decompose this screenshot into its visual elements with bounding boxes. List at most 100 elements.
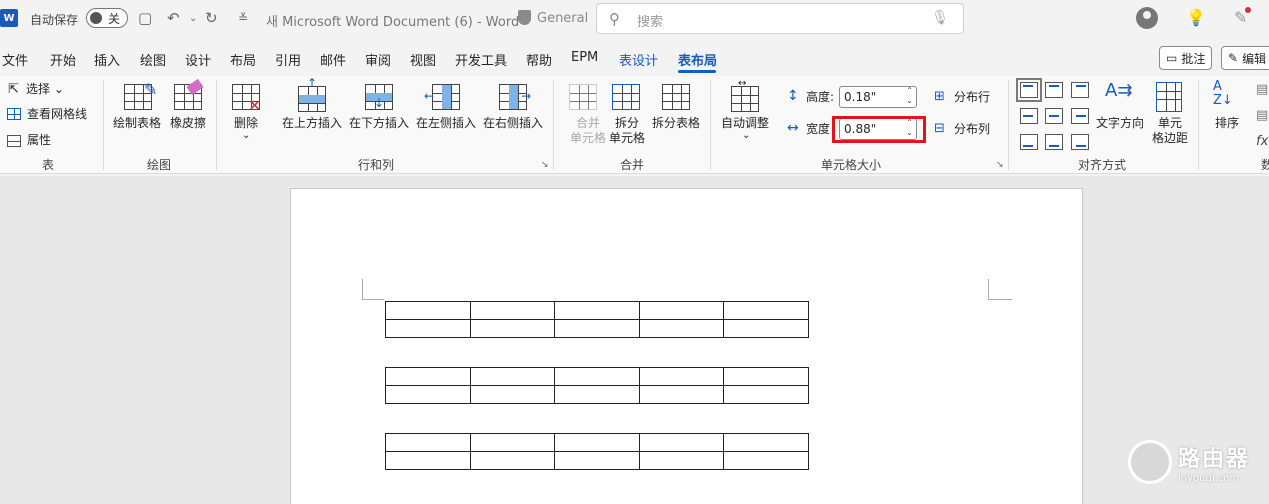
tab-view[interactable]: 视图 [410, 50, 436, 69]
width-label: 宽度 [806, 122, 831, 136]
insert-above-button[interactable]: 在上方插入 [282, 116, 342, 131]
lightbulb-icon[interactable]: 💡 [1186, 8, 1206, 27]
group-label-cell-size: 单元格大小 [821, 158, 882, 172]
align-middle-center-icon[interactable] [1045, 108, 1063, 124]
properties-icon [7, 135, 21, 147]
crop-mark [362, 299, 384, 300]
view-gridlines-button[interactable]: 查看网格线 [27, 107, 87, 122]
arrow-down-icon: ↓ [374, 96, 385, 110]
align-mark [1076, 115, 1086, 117]
pencil-icon: ✎ [144, 80, 158, 99]
crop-mark [988, 279, 989, 299]
autofit-dropdown-icon[interactable]: ⌄ [742, 128, 750, 143]
sort-button[interactable]: 排序 [1215, 116, 1239, 131]
properties-button[interactable]: 属性 [27, 133, 51, 148]
width-icon: ↔ [787, 120, 799, 136]
tab-draw[interactable]: 绘图 [140, 50, 166, 69]
text-direction-button[interactable]: 文字方向 [1096, 116, 1144, 131]
account-icon[interactable] [1136, 7, 1158, 29]
redo-icon[interactable]: ↻ [205, 9, 218, 27]
tab-insert[interactable]: 插入 [94, 50, 120, 69]
merge-cells-button[interactable]: 合并 单元格 [570, 116, 606, 146]
align-middle-right-icon[interactable] [1071, 108, 1089, 124]
comments-label: 批注 [1181, 51, 1206, 66]
convert-to-text-icon[interactable]: ▤ [1256, 108, 1268, 123]
document-table[interactable] [385, 367, 809, 404]
tab-design[interactable]: 设计 [185, 50, 211, 69]
crop-mark [362, 279, 363, 299]
split-table-button[interactable]: 拆分表格 [652, 116, 700, 131]
align-top-right-icon[interactable] [1071, 82, 1089, 98]
distribute-rows-button[interactable]: 分布行 [954, 90, 990, 105]
tab-epm[interactable]: EPM [571, 50, 598, 65]
tab-file[interactable]: 文件 [2, 50, 28, 69]
editing-button[interactable]: ✎ 编辑 [1221, 46, 1269, 70]
title-bar: W 自动保存 关 ▢ ↶ ⌄ ↻ ≚ 새 Microsoft Word Docu… [0, 0, 1269, 38]
customize-qat-icon[interactable]: ≚ [238, 11, 248, 25]
table-row [385, 451, 809, 470]
draw-table-button[interactable]: 绘制表格 [113, 116, 161, 131]
ribbon-tabs: 文件 开始 插入 绘图 设计 布局 引用 邮件 审阅 视图 开发工具 帮助 EP… [0, 44, 1269, 74]
eraser-button[interactable]: 橡皮擦 [170, 116, 206, 131]
sensitivity-label[interactable]: General [537, 11, 588, 26]
align-bottom-left-icon[interactable] [1020, 134, 1038, 150]
repeat-header-icon[interactable]: ▤ [1256, 82, 1268, 97]
align-bottom-center-icon[interactable] [1045, 134, 1063, 150]
word-app-icon: W [0, 9, 18, 27]
dialog-launcher-icon[interactable]: ↘ [996, 160, 1004, 170]
align-mark [1023, 145, 1033, 147]
tab-table-design[interactable]: 表设计 [619, 50, 658, 69]
cell-margins-button[interactable]: 单元 格边距 [1152, 116, 1188, 146]
autosave-state: 关 [108, 11, 121, 26]
group-label-merge: 合并 [620, 158, 645, 172]
insert-left-button[interactable]: 在左侧插入 [416, 116, 476, 131]
document-title: 새 Microsoft Word Document (6) - Word [266, 15, 520, 30]
insert-right-button[interactable]: 在右侧插入 [483, 116, 543, 131]
document-page[interactable] [290, 188, 1083, 504]
cursor-select-icon: ⇱ [8, 82, 19, 97]
split-cells-button[interactable]: 拆分 单元格 [609, 116, 645, 146]
search-icon: ⚲ [609, 10, 620, 28]
autofit-icon [731, 86, 759, 112]
highlight-col [442, 85, 451, 109]
align-bottom-right-icon[interactable] [1071, 134, 1089, 150]
notification-dot [1245, 7, 1251, 13]
height-input[interactable]: 0.18" ⌃ ⌄ [839, 86, 917, 108]
delete-x-icon: ✕ [248, 96, 262, 115]
formula-icon[interactable]: fx [1256, 134, 1268, 149]
height-spinner[interactable]: ⌃ ⌄ [906, 86, 913, 106]
align-top-left-icon[interactable] [1016, 78, 1042, 102]
sort-icon: A Z↓ [1213, 79, 1233, 108]
autosave-label: 自动保存 [30, 13, 79, 27]
align-middle-left-icon[interactable] [1020, 108, 1038, 124]
search-box[interactable]: ⚲ 搜索 🎙 [596, 3, 964, 34]
tab-help[interactable]: 帮助 [526, 50, 552, 69]
delete-dropdown-icon[interactable]: ⌄ [242, 128, 250, 143]
save-icon[interactable]: ▢ [138, 9, 152, 27]
merge-cells-icon [569, 84, 597, 110]
distribute-cols-button[interactable]: 分布列 [954, 122, 990, 137]
insert-below-button[interactable]: 在下方插入 [349, 116, 409, 131]
tab-mailings[interactable]: 邮件 [320, 50, 346, 69]
dialog-launcher-icon[interactable]: ↘ [541, 160, 549, 170]
tab-references[interactable]: 引用 [275, 50, 301, 69]
align-top-center-icon[interactable] [1045, 82, 1063, 98]
editing-label: 编辑 [1242, 51, 1267, 66]
select-button[interactable]: 选择 ⌄ [26, 82, 64, 97]
undo-dropdown-icon[interactable]: ⌄ [189, 13, 197, 24]
document-table[interactable] [385, 433, 809, 470]
tab-table-layout[interactable]: 表布局 [678, 50, 717, 69]
autosave-toggle[interactable]: 关 [86, 8, 128, 28]
tab-layout[interactable]: 布局 [230, 50, 256, 69]
undo-icon[interactable]: ↶ [167, 9, 180, 27]
comments-button[interactable]: ▭ 批注 [1159, 46, 1213, 70]
active-tab-indicator [678, 70, 716, 73]
align-mark [1049, 145, 1059, 147]
tab-review[interactable]: 审阅 [365, 50, 391, 69]
tab-home[interactable]: 开始 [50, 50, 76, 69]
microphone-icon[interactable]: 🎙 [931, 10, 949, 26]
autofit-arrows-icon: ↔ [738, 78, 747, 89]
arrow-right-icon: → [521, 89, 532, 103]
document-table[interactable] [385, 301, 809, 338]
tab-developer[interactable]: 开发工具 [455, 50, 507, 69]
